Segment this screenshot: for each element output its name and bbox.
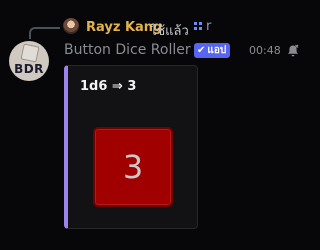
- bot-avatar[interactable]: BDR: [9, 41, 49, 81]
- avatar-label: BDR: [14, 62, 44, 76]
- reply-command-name[interactable]: r: [206, 19, 211, 34]
- bot-username[interactable]: Button Dice Roller: [64, 42, 191, 58]
- die-value: 3: [122, 148, 144, 186]
- die-face-image[interactable]: 3: [93, 127, 173, 207]
- chat-view: Rayz Kang ใช้แล้ว r BDR Button Dice Roll…: [0, 0, 319, 250]
- reply-author-avatar[interactable]: [63, 18, 79, 34]
- message-timestamp[interactable]: 00:48: [249, 44, 281, 57]
- slash-command-icon: [194, 22, 202, 32]
- verified-check-icon: ✔: [197, 45, 206, 56]
- roll-embed: 1d6 ⇒ 3 3: [64, 65, 198, 229]
- reply-connector: [29, 27, 60, 39]
- embed-title: 1d6 ⇒ 3: [80, 79, 137, 94]
- reply-preview-text[interactable]: ใช้แล้ว: [150, 20, 189, 41]
- dice-icon: [20, 43, 40, 63]
- muted-bell-icon: [286, 43, 300, 57]
- app-badge: ✔ แอป: [194, 43, 231, 58]
- app-badge-label: แอป: [207, 45, 227, 56]
